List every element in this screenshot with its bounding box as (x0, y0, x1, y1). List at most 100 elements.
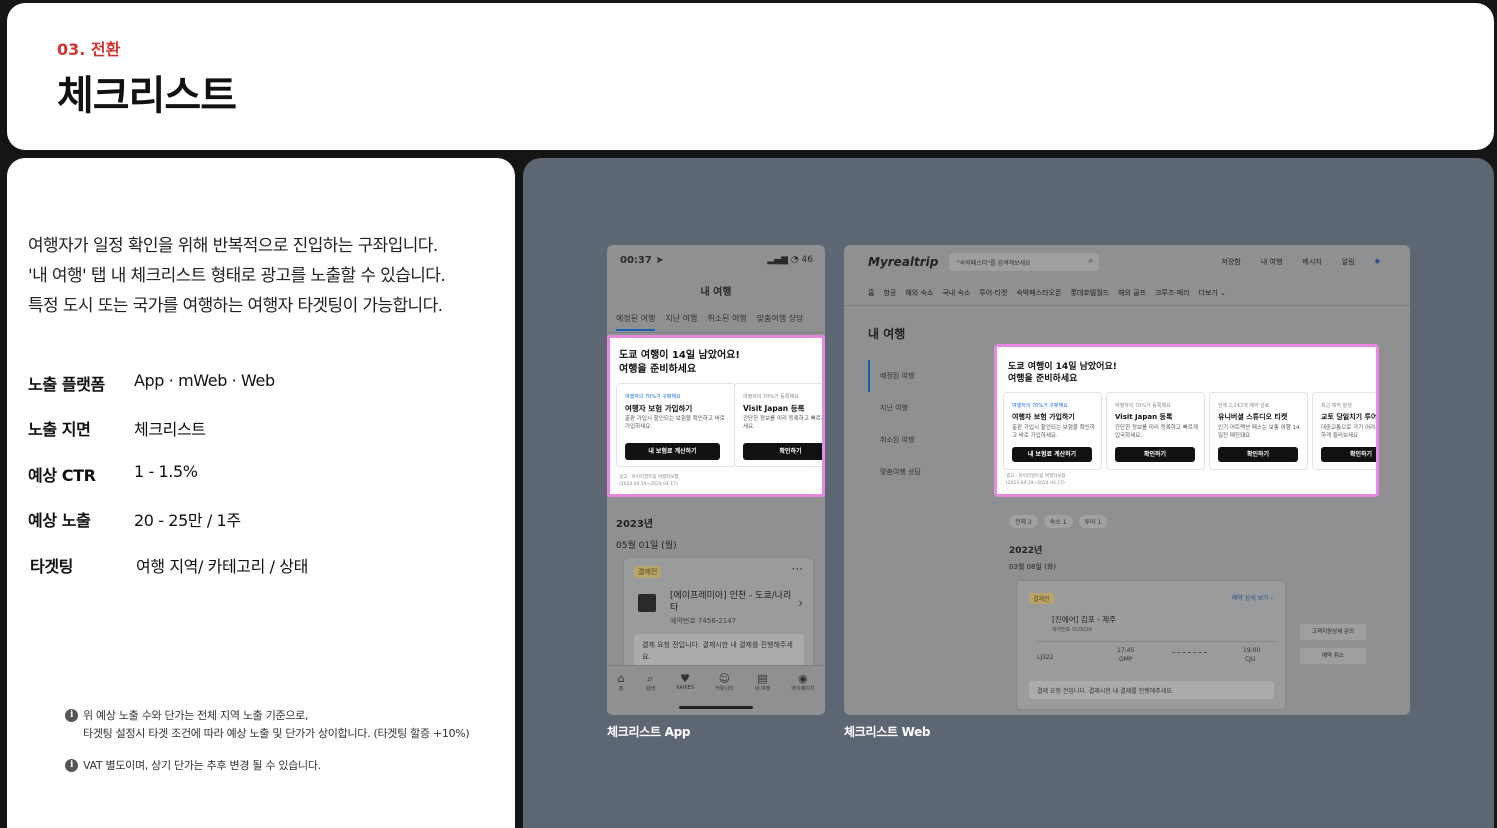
tab-cancelled[interactable]: 취소된 여행 (707, 313, 746, 331)
ad-card-title: 여행자 보험 가입하기 (1012, 413, 1075, 421)
home-icon: ⌂ (617, 672, 625, 685)
spec-key: 노출 플랫폼 (28, 375, 105, 394)
booking-detail-link[interactable]: 예약 상세 보기 › (1232, 593, 1273, 602)
trip-date: 03월 08일 (화) (1009, 563, 1057, 571)
profile-icon: ◉ (798, 672, 808, 685)
site-logo[interactable]: Myrealtrip (868, 255, 938, 269)
arrival-code: CJU (1245, 656, 1256, 663)
booking-name: [진에어] 김포 - 제주 (1052, 615, 1117, 624)
ad-headline-line: 여행을 준비하세요 (1008, 374, 1078, 384)
menu-item[interactable]: 숙박페스타오픈 (1016, 288, 1061, 298)
menu-item[interactable]: 해외 숙소 (905, 288, 933, 298)
menu-item[interactable]: 롯데호텔월드 (1070, 288, 1109, 298)
search-icon: ⌕ (647, 672, 654, 685)
booking-card[interactable]: 결제전 예약 상세 보기 › [진에어] 김포 - 제주 예약번호 VLDU24… (1016, 580, 1286, 710)
ad-card-visit-japan[interactable]: 여행자의 70%가 등록해요 Visit Japan 등록 간단한 정보를 미리… (1106, 392, 1205, 470)
cancel-booking-button[interactable]: 예약 취소 (1300, 648, 1366, 664)
ad-footer-line: (2024.04.19~2024.04.17) (619, 482, 678, 487)
menu-item[interactable]: 더보기 ⌄ (1199, 288, 1226, 298)
search-input[interactable]: "숙박페스타"를 검색해보세요 ⌕ (949, 253, 1099, 271)
ad-card-title: 여행자 보험 가입하기 (625, 404, 693, 413)
note-line: 위 예상 노출 수와 단가는 전체 지역 노출 기준으로, (83, 709, 309, 722)
ad-card-eyebrow: 여행자의 70%가 구매해요 (625, 394, 681, 400)
ad-card-eyebrow: 전체 2,143개 예약 완료 (1218, 403, 1270, 409)
ad-headline: 도쿄 여행이 14일 남았어요! 여행을 준비하세요 (1008, 361, 1208, 385)
booking-name: [에이프레미아] 인천 - 도쿄/나리타 (670, 591, 792, 613)
ad-card-body: 대중교통으로 가기 어려운 명소를 편하게 둘러보세요 (1321, 425, 1379, 439)
ad-card-universal[interactable]: 전체 2,143개 예약 완료 유니버셜 스튜디오 티켓 인기 어트랙션 패스는… (1209, 392, 1308, 470)
description: 여행자가 일정 확인을 위해 반복적으로 진입하는 구좌입니다. '내 여행' … (28, 231, 508, 321)
divider (844, 305, 1410, 306)
nav-my-page[interactable]: ◉ 마이페이지 (791, 672, 814, 715)
profile-icon[interactable]: ◆ (1375, 257, 1380, 267)
nav-my-trip[interactable]: ▤ 내 여행 (755, 672, 770, 715)
ad-card-button[interactable]: 내 보험료 계산하기 (625, 443, 720, 460)
top-link-my-trip[interactable]: 내 여행 (1261, 257, 1283, 267)
ad-card-button[interactable]: 확인하기 (743, 443, 822, 460)
top-links: 저장함 내 여행 메시지 알림 ◆ (1222, 257, 1380, 267)
ad-card-eyebrow: 여행자의 70%가 등록해요 (1115, 403, 1171, 409)
ad-card-title: Visit Japan 등록 (1115, 413, 1173, 421)
menu-item[interactable]: 해외 골프 (1118, 288, 1146, 298)
menu-item[interactable]: 크루즈·페리 (1155, 288, 1189, 298)
menu-item[interactable]: 항공 (883, 288, 896, 298)
side-item-past[interactable]: 지난 여행 (868, 392, 968, 424)
ad-headline-line: 도쿄 여행이 14일 남았어요! (1008, 362, 1117, 372)
nav-label: 커뮤니티 (715, 686, 734, 692)
tab-consult[interactable]: 맞춤여행 상담 (757, 313, 804, 331)
chip-all[interactable]: 전체 2 (1009, 515, 1038, 528)
app-title: 내 여행 (700, 287, 732, 298)
heart-icon: ♥ (680, 672, 691, 685)
year-heading: 2022년 (1009, 546, 1043, 556)
search-icon[interactable]: ⌕ (1089, 256, 1093, 266)
ad-card-button[interactable]: 확인하기 (1115, 447, 1195, 462)
side-item-consult[interactable]: 맞춤여행 상담 (868, 456, 968, 488)
booking-number: 예약번호 VLDU24 (1052, 627, 1093, 633)
ad-card-insurance[interactable]: 여행자의 70%가 구매해요 여행자 보험 가입하기 출판 가입시 할인되는 보… (616, 383, 736, 467)
ad-footer-line: (2024.04.19~2024.04.17) (1006, 481, 1065, 486)
airline-logo (638, 594, 656, 612)
more-icon[interactable]: ··· (792, 562, 803, 576)
ad-card-title: Visit Japan 등록 (743, 404, 805, 413)
spec-key: 예상 CTR (28, 466, 96, 485)
spec-value: App · mWeb · Web (134, 371, 275, 390)
top-link-messages[interactable]: 메시지 (1302, 257, 1321, 267)
chevron-right-icon[interactable]: › (798, 596, 803, 610)
note-line: 타겟팅 설정시 타겟 조건에 따라 예상 노출 및 단가가 상이합니다. (타겟… (83, 727, 470, 740)
support-button[interactable]: 고객지원상세 문의 (1300, 624, 1366, 640)
ad-card-visit-japan[interactable]: 여행자의 70%가 등록해요 Visit Japan 등록 간단한 정보를 미리… (734, 383, 825, 467)
departure-code: GMP (1119, 656, 1133, 663)
info-icon: i (65, 759, 78, 772)
tab-upcoming[interactable]: 예정된 여행 (616, 313, 656, 331)
ad-card-kyoto[interactable]: 최근 예약 발생 교토 당일치기 투어 대중교통으로 가기 어려운 명소를 편하… (1312, 392, 1379, 470)
nav-home[interactable]: ⌂ 홈 (618, 672, 625, 715)
nav-search[interactable]: ⌕ 검색 (646, 672, 655, 715)
ad-card-body: 간단한 정보를 미리 등록하고 빠르게 입국하세요. (743, 416, 825, 430)
ad-footer-line: 광고 · 마이리얼트립 여행자보험 (1006, 474, 1066, 479)
side-item-upcoming[interactable]: 예정된 여행 (868, 360, 968, 392)
preview-panel: 00:37 ➤ ▂▄▆ ◔ 46 내 여행 예정된 여행 지난 여행 취소된 여… (523, 158, 1494, 828)
menu-item[interactable]: 홈 (868, 288, 874, 298)
ad-card-button[interactable]: 내 보험료 계산하기 (1012, 447, 1092, 462)
menu-item[interactable]: 국내 숙소 (942, 288, 970, 298)
chip-tour[interactable]: 투어 1 (1078, 515, 1108, 528)
side-item-cancelled[interactable]: 취소된 여행 (868, 424, 968, 456)
app-caption: 체크리스트 App (607, 725, 691, 739)
chip-stay[interactable]: 숙소 1 (1043, 515, 1073, 528)
menu-item[interactable]: 투어·티켓 (979, 288, 1007, 298)
ad-footer-line: 광고 · 마이리얼트립 여행자보험 (619, 475, 679, 480)
description-line: 여행자가 일정 확인을 위해 반복적으로 진입하는 구좌입니다. (28, 236, 438, 256)
top-link-alerts[interactable]: 알림 (1342, 257, 1355, 267)
web-page-title: 내 여행 (868, 327, 906, 341)
ad-card-insurance[interactable]: 여행자의 70%가 구매해요 여행자 보험 가입하기 출판 가입시 할인되는 보… (1003, 392, 1102, 470)
booking-number: 예약번호 7456-2147 (670, 617, 737, 625)
ad-card-button[interactable]: 확인하기 (1321, 447, 1376, 462)
departure-time: 17:45 (1117, 647, 1135, 654)
spec-key: 예상 노출 (28, 511, 91, 530)
ad-card-button[interactable]: 확인하기 (1218, 447, 1298, 462)
top-link-saved[interactable]: 저장함 (1222, 257, 1241, 267)
tab-past[interactable]: 지난 여행 (665, 313, 697, 331)
filter-chips: 전체 2 숙소 1 투어 1 (1009, 515, 1108, 528)
note-vat: i VAT 별도이며, 상기 단가는 추후 변경 될 수 있습니다. (65, 757, 321, 775)
booking-card[interactable]: 결제전 ··· [에이프레미아] 인천 - 도쿄/나리타 예약번호 7456-2… (623, 557, 814, 669)
